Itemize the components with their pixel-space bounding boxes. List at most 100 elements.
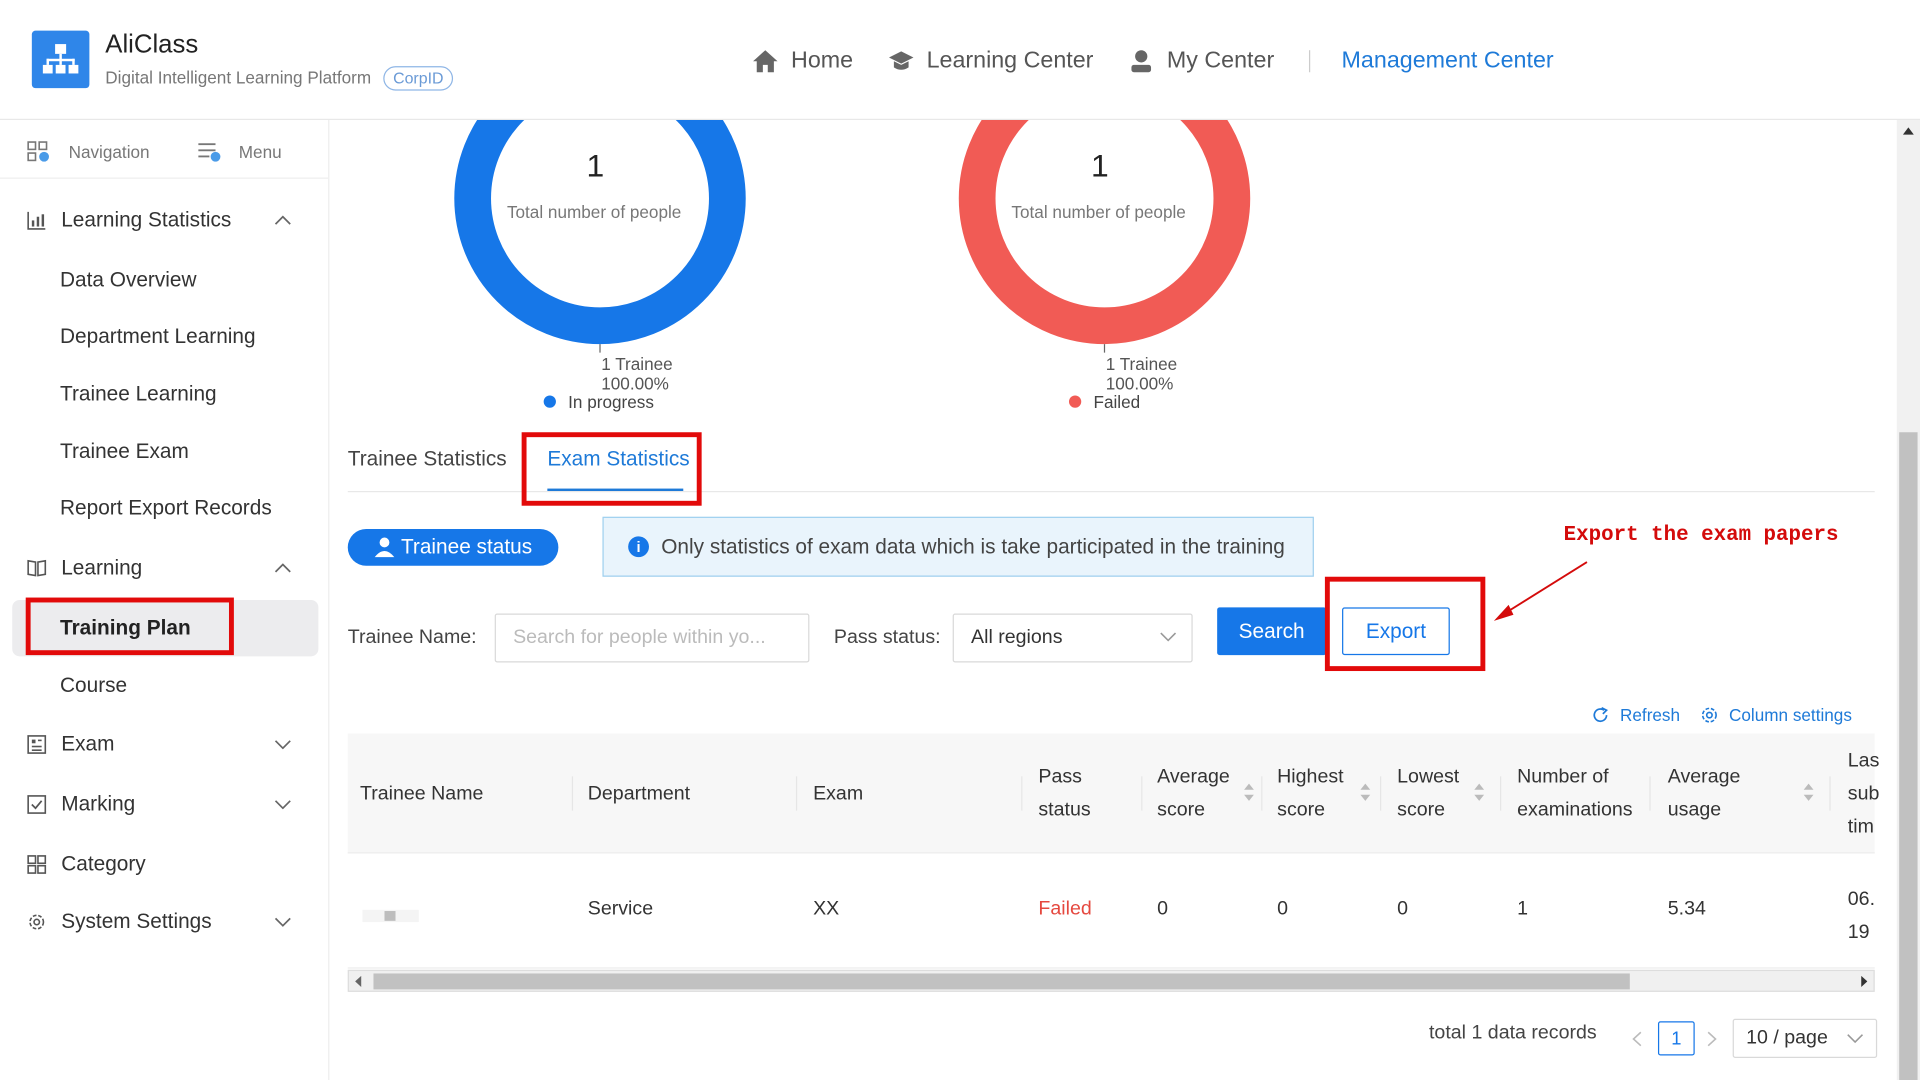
- search-button[interactable]: Search: [1217, 607, 1327, 656]
- sidebar-group-learning[interactable]: Learning: [0, 544, 328, 593]
- cell-last-submit-time: 06. 19: [1848, 883, 1875, 949]
- tab-trainee-statistics[interactable]: Trainee Statistics: [348, 447, 507, 471]
- next-page-icon[interactable]: [1707, 1031, 1717, 1047]
- info-message: Only statistics of exam data which is ta…: [661, 534, 1285, 558]
- marking-icon: [27, 795, 47, 814]
- sort-icon[interactable]: [1359, 782, 1371, 802]
- header-line: score: [1157, 799, 1206, 821]
- legend-label: In progress: [568, 391, 654, 412]
- scroll-right-icon[interactable]: [1860, 975, 1868, 987]
- menu-toggle[interactable]: Menu: [197, 141, 282, 163]
- trainee-name-input[interactable]: Search for people within yo...: [494, 613, 810, 663]
- sidebar-group-system-settings[interactable]: System Settings: [0, 898, 328, 947]
- header-line: score: [1397, 799, 1446, 821]
- sort-icon[interactable]: [1473, 782, 1485, 802]
- cell-department: Service: [587, 898, 654, 920]
- table-row[interactable]: Service XX Failed 0 0 0 1 5.34 06. 19: [347, 853, 1875, 969]
- nav-learning-center-label: Learning Center: [926, 47, 1094, 74]
- org-chart-icon: [42, 44, 79, 74]
- vertical-scroll-thumb[interactable]: [1899, 432, 1918, 1080]
- sidebar-group-label: Category: [61, 852, 146, 876]
- sidebar-item-course[interactable]: Course: [60, 673, 127, 697]
- column-header-pass-status[interactable]: Pass status: [1038, 760, 1090, 826]
- pass-status-value: All regions: [971, 626, 1063, 648]
- sidebar-group-label: Learning Statistics: [61, 208, 232, 232]
- page-1-button[interactable]: 1: [1657, 1021, 1695, 1056]
- cell-examinations: 1: [1517, 898, 1529, 920]
- vertical-scrollbar[interactable]: [1896, 120, 1920, 1080]
- column-header-exam[interactable]: Exam: [813, 778, 863, 811]
- header-line: sub: [1847, 783, 1880, 805]
- navigation-label: Navigation: [68, 142, 150, 162]
- avatar: [362, 909, 419, 923]
- column-header-department[interactable]: Department: [588, 778, 690, 811]
- sidebar-item-report-export-records[interactable]: Report Export Records: [60, 496, 272, 520]
- nav-my-center[interactable]: My Center: [1128, 47, 1275, 75]
- sidebar-item-data-overview[interactable]: Data Overview: [60, 268, 197, 292]
- menu-label: Menu: [238, 142, 282, 162]
- scroll-up-icon[interactable]: [1902, 127, 1914, 135]
- column-header-lowest-score[interactable]: Lowest score: [1397, 760, 1459, 826]
- header-line: status: [1038, 799, 1091, 821]
- sort-icon[interactable]: [1243, 782, 1255, 802]
- trainee-name-label: Trainee Name:: [348, 627, 477, 649]
- column-divider: [571, 776, 574, 811]
- column-settings-link[interactable]: Column settings: [1700, 705, 1852, 725]
- prev-page-icon[interactable]: [1632, 1031, 1642, 1047]
- sidebar-group-label: Learning: [61, 555, 143, 580]
- header-line: Highest: [1277, 766, 1344, 788]
- colon-separator: :: [935, 626, 941, 648]
- colon-separator: :: [471, 626, 477, 648]
- legend-label: Failed: [1093, 391, 1141, 412]
- header-line: Lowest: [1397, 766, 1460, 788]
- donut-slice-count: 1 Trainee: [601, 353, 673, 374]
- column-header-average-usage[interactable]: Average usage: [1668, 760, 1741, 826]
- donut-total-label: Total number of people: [506, 202, 682, 222]
- sidebar-item-trainee-exam[interactable]: Trainee Exam: [60, 440, 189, 464]
- navigation-toggle[interactable]: Navigation: [27, 141, 150, 163]
- chevron-up-icon: [274, 215, 291, 225]
- header-line: Las: [1847, 750, 1880, 772]
- column-header-highest-score[interactable]: Highest score: [1277, 760, 1343, 826]
- home-icon: [753, 50, 778, 73]
- sidebar-group-learning-statistics[interactable]: Learning Statistics: [0, 196, 328, 245]
- refresh-link[interactable]: Refresh: [1591, 705, 1680, 725]
- nav-home[interactable]: Home: [752, 48, 853, 75]
- legend-failed: Failed: [1068, 391, 1141, 412]
- column-divider: [1829, 776, 1831, 811]
- page-size-select[interactable]: 10 / page: [1732, 1018, 1878, 1058]
- main-content: 1 Total number of people 1 Trainee 100.0…: [329, 120, 1896, 1080]
- sidebar-group-marking[interactable]: Marking: [0, 780, 328, 829]
- app-subtitle-text: Digital Intelligent Learning Platform: [105, 67, 372, 87]
- sidebar-item-trainee-learning[interactable]: Trainee Learning: [60, 382, 217, 406]
- column-header-last-submit-time[interactable]: Las sub tim: [1848, 744, 1880, 843]
- horizontal-scrollbar[interactable]: [347, 969, 1875, 992]
- sidebar-item-department-learning[interactable]: Department Learning: [60, 324, 256, 348]
- cell-line: 19: [1847, 922, 1870, 943]
- highlight-box-training-plan: [25, 597, 234, 656]
- sidebar-group-exam[interactable]: Exam: [0, 720, 328, 769]
- horizontal-scroll-thumb[interactable]: [373, 973, 1630, 990]
- sort-icon[interactable]: [1802, 782, 1814, 802]
- sidebar-group-category[interactable]: Category: [0, 840, 328, 889]
- top-navigation: Home Learning Center My Center Managemen…: [752, 44, 1588, 78]
- annotation-export-exam-papers: Export the exam papers: [1563, 524, 1839, 548]
- column-divider: [1649, 776, 1651, 811]
- nav-divider: [1308, 50, 1310, 73]
- column-header-trainee-name[interactable]: Trainee Name: [360, 778, 483, 811]
- nav-my-center-label: My Center: [1166, 47, 1275, 74]
- nav-learning-center[interactable]: Learning Center: [887, 48, 1093, 75]
- pass-status-select[interactable]: All regions: [952, 613, 1193, 663]
- header-line: Average: [1157, 766, 1230, 788]
- column-header-number-of-examinations[interactable]: Number of examinations: [1517, 760, 1632, 826]
- info-alert: i Only statistics of exam data which is …: [602, 516, 1314, 577]
- nav-management-center[interactable]: Management Center: [1342, 48, 1554, 75]
- chevron-down-icon: [1847, 1034, 1864, 1044]
- trainee-status-button[interactable]: Trainee status: [347, 528, 559, 566]
- category-icon: [27, 855, 47, 874]
- column-header-average-score[interactable]: Average score: [1157, 760, 1230, 826]
- corp-id-badge: CorpID: [383, 66, 454, 91]
- header-line: usage: [1667, 799, 1722, 821]
- app-logo[interactable]: [31, 30, 90, 89]
- scroll-left-icon[interactable]: [355, 975, 362, 987]
